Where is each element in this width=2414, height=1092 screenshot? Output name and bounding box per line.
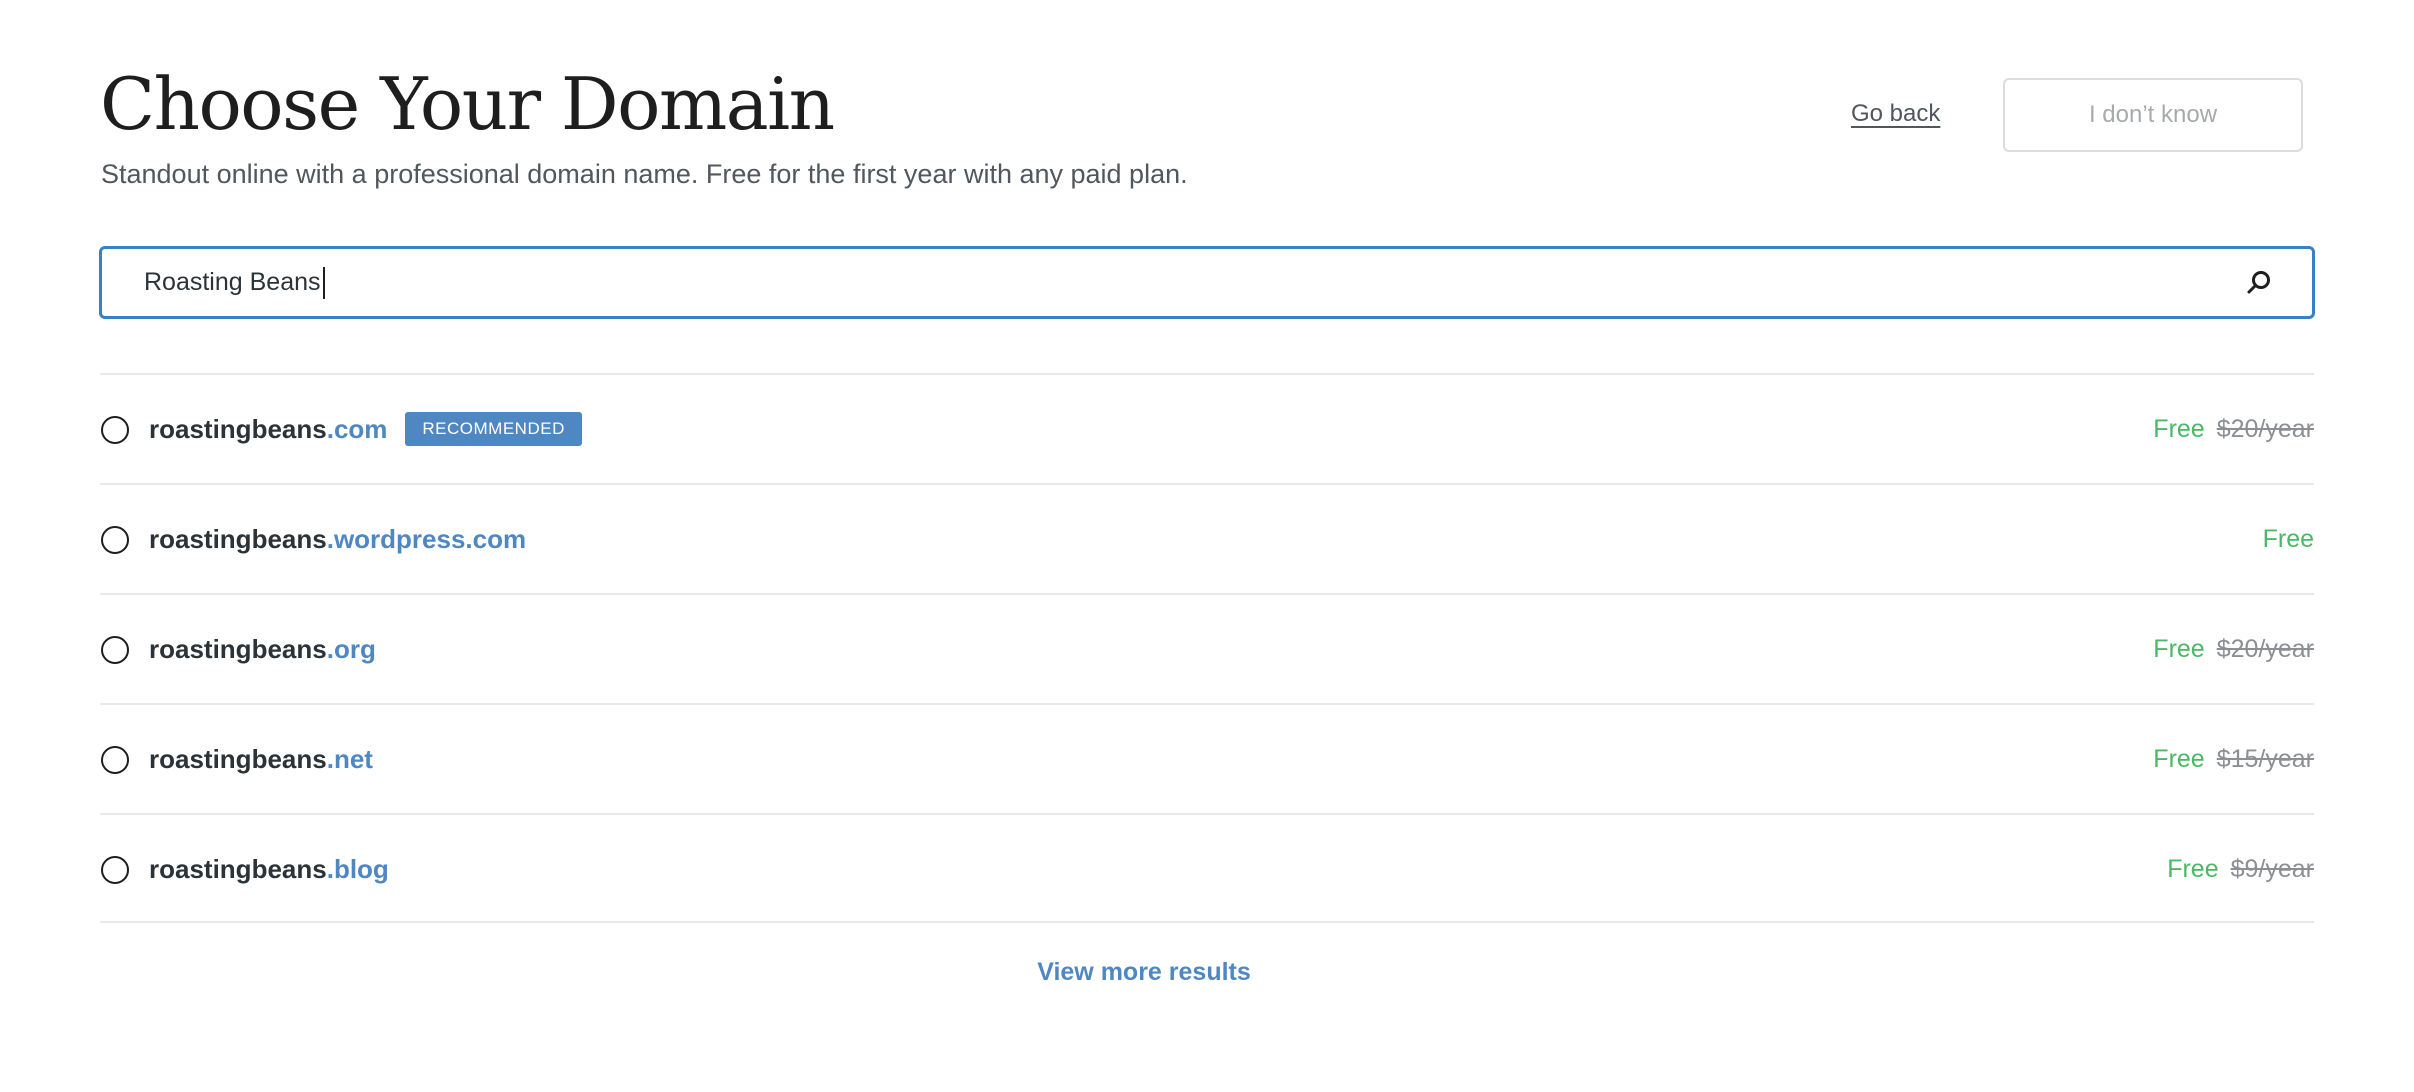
domain-name: roastingbeans .com RECOMMENDED xyxy=(149,375,582,483)
header: Choose Your Domain Standout online with … xyxy=(100,56,2314,196)
price-original: $20/year xyxy=(2216,634,2314,663)
domain-base: roastingbeans xyxy=(149,523,327,554)
domain-result-row[interactable]: roastingbeans .blog Free $9/year xyxy=(100,813,2314,923)
page-subtitle: Standout online with a professional doma… xyxy=(101,159,1188,189)
view-more-results-link[interactable]: View more results xyxy=(1037,958,1251,986)
domain-tld: .blog xyxy=(326,853,389,884)
domain-result-row[interactable]: roastingbeans .com RECOMMENDED Free $20/y… xyxy=(100,373,2314,483)
price-original: $20/year xyxy=(2216,414,2314,443)
price-original: $9/year xyxy=(2230,854,2314,883)
domain-base: roastingbeans xyxy=(149,853,327,884)
price: Free $20/year xyxy=(2153,375,2314,483)
domain-base: roastingbeans xyxy=(149,633,327,664)
text-caret xyxy=(322,266,325,299)
domain-picker-page: Choose Your Domain Standout online with … xyxy=(0,0,2414,1092)
radio-button[interactable] xyxy=(101,636,129,664)
domain-name: roastingbeans .wordpress.com xyxy=(149,485,526,593)
domain-results-list: roastingbeans .com RECOMMENDED Free $20/y… xyxy=(100,373,2314,923)
domain-result-row[interactable]: roastingbeans .org Free $20/year xyxy=(100,593,2314,703)
radio-button[interactable] xyxy=(101,746,129,774)
domain-name: roastingbeans .net xyxy=(149,705,373,813)
domain-tld: .wordpress.com xyxy=(326,523,527,554)
domain-tld: .net xyxy=(326,743,373,774)
go-back-link[interactable]: Go back xyxy=(1851,98,1940,130)
search-input-value: Roasting Beans xyxy=(144,268,321,296)
domain-result-row[interactable]: roastingbeans .wordpress.com Free xyxy=(100,483,2314,593)
price-free: Free xyxy=(2153,414,2205,443)
price-free: Free xyxy=(2153,634,2205,663)
price: Free $9/year xyxy=(2167,815,2314,923)
domain-tld: .com xyxy=(326,413,388,444)
search-input[interactable]: Roasting Beans xyxy=(144,249,325,316)
view-more-container: View more results xyxy=(0,958,2414,987)
price: Free $15/year xyxy=(2153,705,2314,813)
radio-button[interactable] xyxy=(101,856,129,884)
price-free: Free xyxy=(2153,744,2205,773)
price: Free $20/year xyxy=(2153,595,2314,703)
domain-tld: .org xyxy=(326,633,376,664)
price-free: Free xyxy=(2262,524,2314,553)
dont-know-button[interactable]: I don’t know xyxy=(2003,78,2303,152)
domain-result-row[interactable]: roastingbeans .net Free $15/year xyxy=(100,703,2314,813)
domain-name: roastingbeans .blog xyxy=(149,815,389,923)
search-icon[interactable] xyxy=(2244,268,2274,298)
page-title: Choose Your Domain xyxy=(100,62,835,146)
domain-base: roastingbeans xyxy=(149,743,327,774)
price-original: $15/year xyxy=(2216,744,2314,773)
recommended-badge: RECOMMENDED xyxy=(405,412,582,446)
radio-button[interactable] xyxy=(101,526,129,554)
domain-name: roastingbeans .org xyxy=(149,595,376,703)
radio-button[interactable] xyxy=(101,416,129,444)
price-free: Free xyxy=(2167,854,2219,883)
domain-base: roastingbeans xyxy=(149,413,327,444)
price: Free xyxy=(2263,485,2314,593)
search-field[interactable]: Roasting Beans xyxy=(99,246,2315,319)
